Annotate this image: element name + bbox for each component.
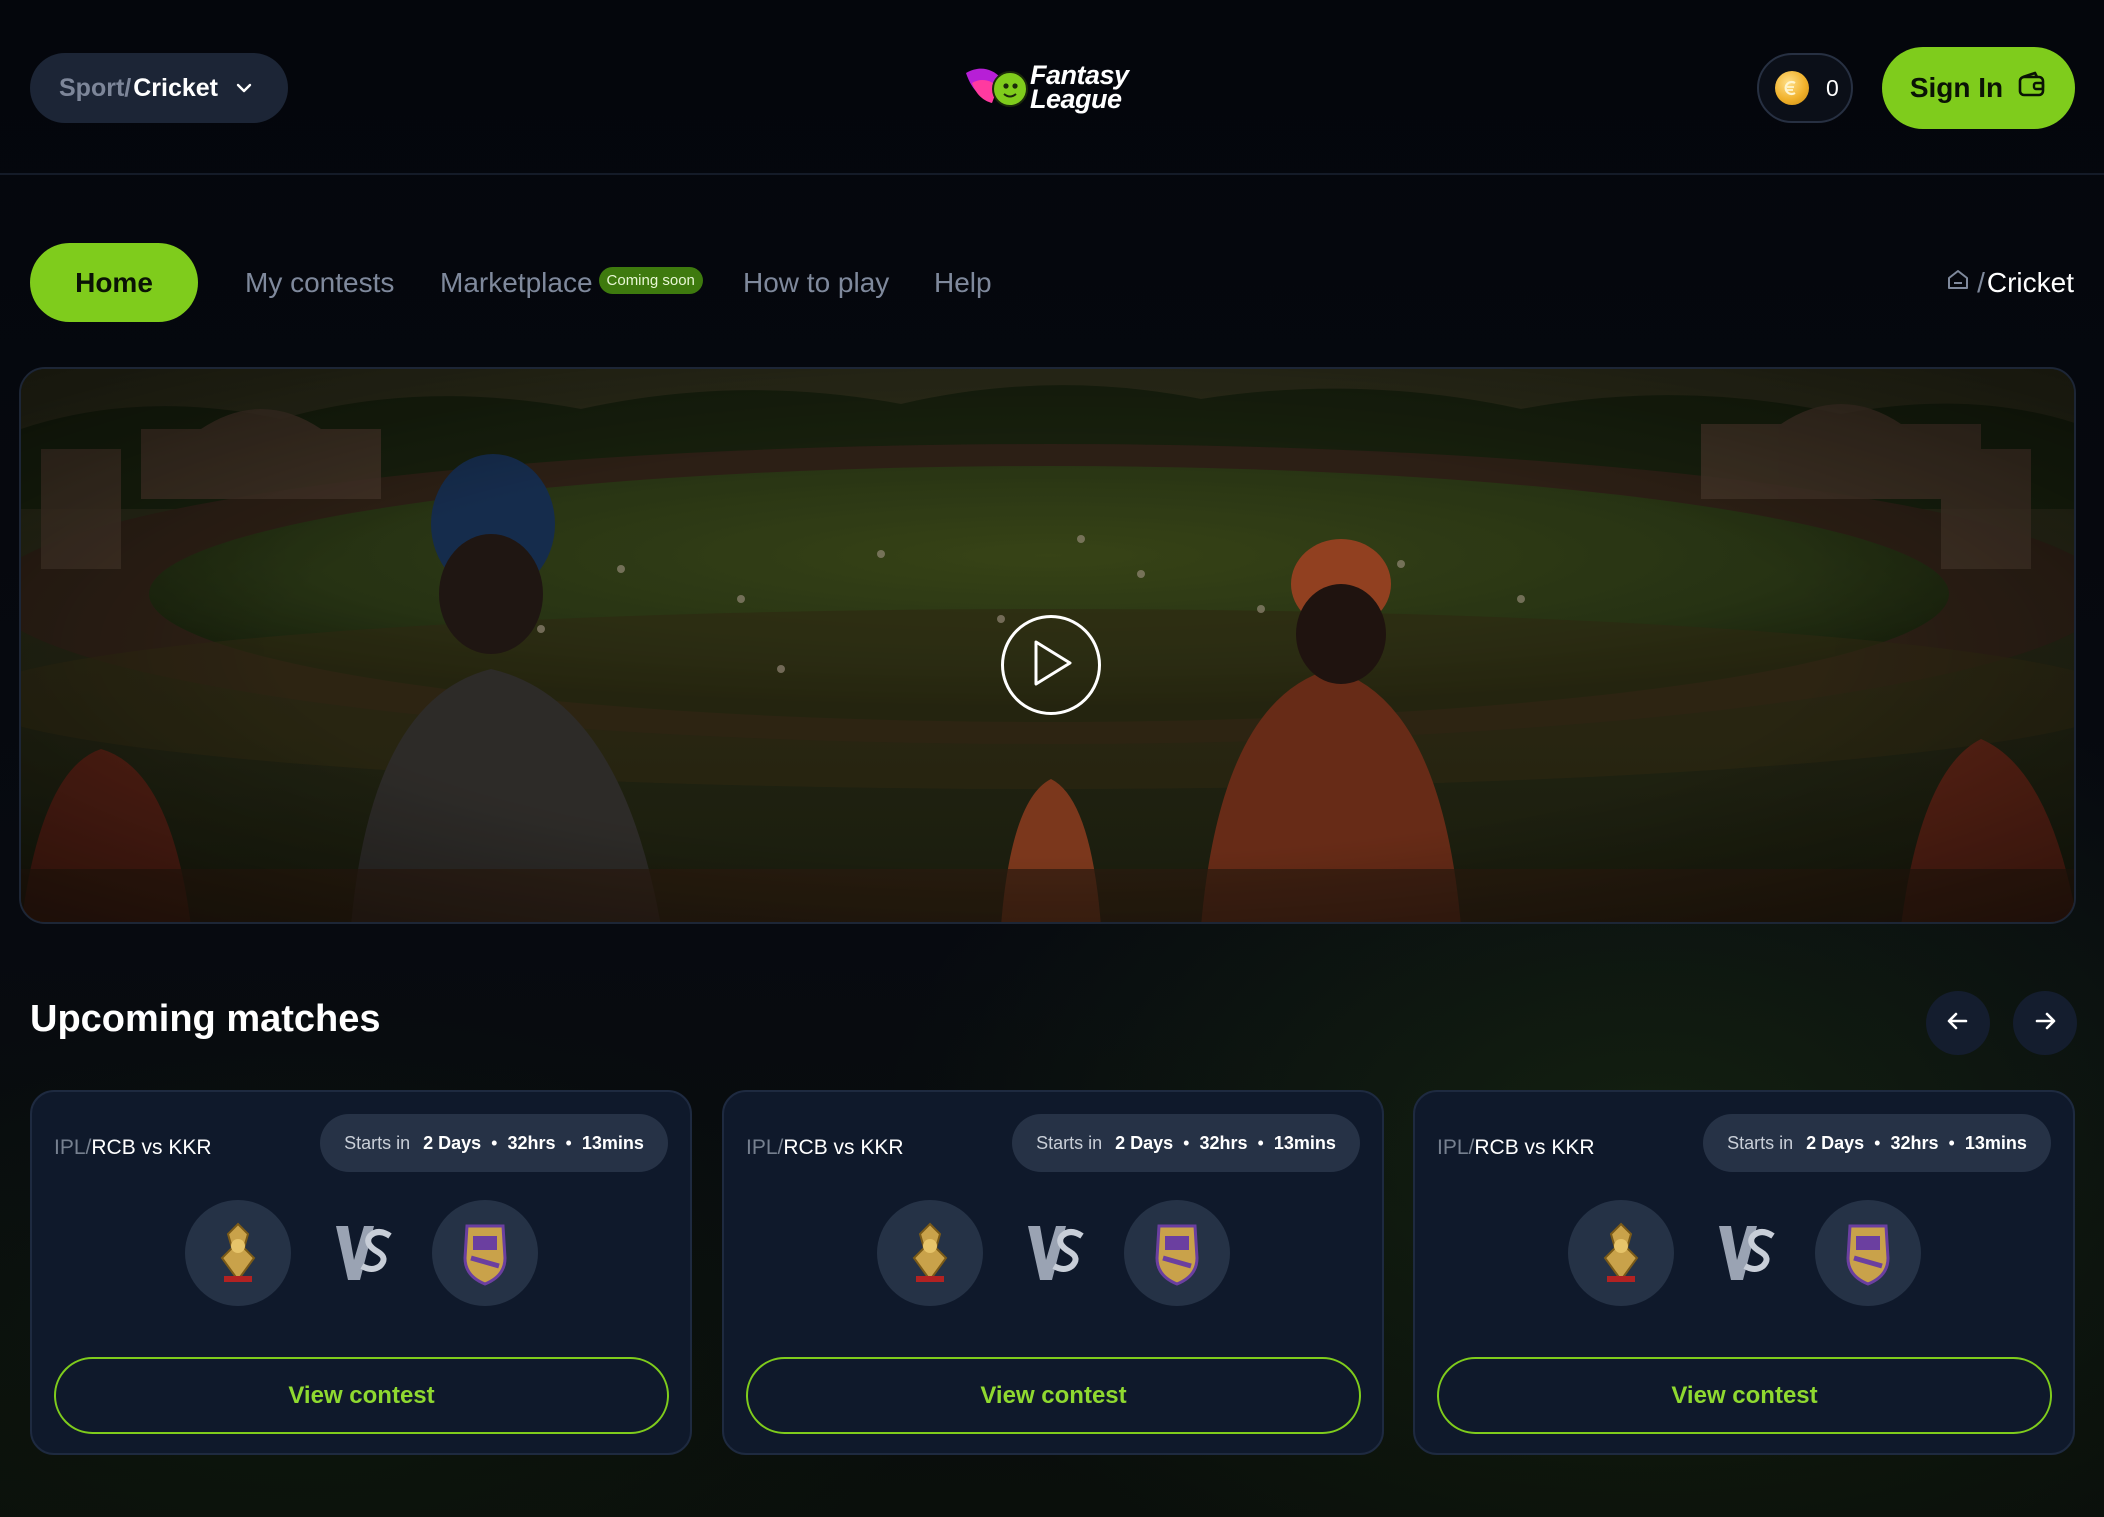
logo-ball-icon [962, 59, 1034, 115]
match-title: IPL/RCB vs KKR [54, 1136, 212, 1160]
main-nav: Home My contests Marketplace Coming soon… [0, 243, 2104, 322]
nav-marketplace[interactable]: Marketplace Coming soon [440, 243, 703, 322]
league-label: IPL/ [1437, 1136, 1475, 1159]
top-header: Sport/ Cricket Fantasy League 0 Sign In [0, 0, 2104, 175]
team-logo-kkr [1815, 1200, 1921, 1306]
breadcrumb-current: Cricket [1986, 266, 2074, 298]
match-name: RCB vs KKR [783, 1136, 904, 1159]
starts-in-label: Starts in [1727, 1132, 1794, 1153]
match-title: IPL/RCB vs KKR [746, 1136, 904, 1160]
match-card: IPL/RCB vs KKR Starts in 2 Days • 32hrs • … [722, 1090, 1384, 1455]
countdown-mins: 13mins [1964, 1132, 2027, 1153]
team-logo-kkr [432, 1200, 538, 1306]
breadcrumb-separator: / [1977, 266, 1985, 298]
vs-icon [334, 1222, 392, 1284]
team-logo-rcb [1568, 1200, 1674, 1306]
play-icon [1028, 638, 1074, 693]
starts-in-label: Starts in [344, 1132, 411, 1153]
nav-marketplace-label: Marketplace [440, 266, 593, 298]
vs-icon [1717, 1222, 1775, 1284]
play-button[interactable] [1001, 615, 1101, 715]
team-logo-kkr [1124, 1200, 1230, 1306]
coin-count: 0 [1826, 74, 1839, 101]
breadcrumb: / Cricket [1945, 243, 2074, 322]
view-contest-button[interactable]: View contest [1437, 1357, 2052, 1434]
home-icon[interactable] [1945, 266, 1971, 299]
carousel-next-button[interactable] [2013, 991, 2077, 1055]
countdown-badge: Starts in 2 Days • 32hrs • 13mins [1012, 1114, 1360, 1172]
coming-soon-badge: Coming soon [598, 267, 703, 294]
chevron-down-icon [234, 78, 254, 98]
nav-help[interactable]: Help [934, 243, 992, 322]
countdown-days: 2 Days [423, 1132, 482, 1153]
starts-in-label: Starts in [1036, 1132, 1103, 1153]
wallet-icon [2017, 70, 2047, 107]
sign-in-button[interactable]: Sign In [1882, 47, 2075, 129]
countdown-mins: 13mins [1273, 1132, 1336, 1153]
sport-selector-prefix: Sport/ [59, 73, 132, 102]
vs-icon [1026, 1222, 1084, 1284]
nav-how-to-play[interactable]: How to play [743, 243, 889, 322]
countdown-days: 2 Days [1806, 1132, 1865, 1153]
view-contest-button[interactable]: View contest [54, 1357, 669, 1434]
countdown-hours: 32hrs [1199, 1132, 1248, 1153]
match-name: RCB vs KKR [1474, 1136, 1595, 1159]
sign-in-label: Sign In [1909, 72, 2004, 103]
countdown-mins: 13mins [581, 1132, 644, 1153]
match-card: IPL/RCB vs KKR Starts in 2 Days • 32hrs • … [1413, 1090, 2075, 1455]
countdown-badge: Starts in 2 Days • 32hrs • 13mins [320, 1114, 668, 1172]
sport-selector[interactable]: Sport/ Cricket [30, 53, 288, 123]
countdown-hours: 32hrs [507, 1132, 556, 1153]
league-label: IPL/ [54, 1136, 92, 1159]
logo-text-line2: League [1030, 84, 1122, 114]
countdown-badge: Starts in 2 Days • 32hrs • 13mins [1703, 1114, 2051, 1172]
countdown-days: 2 Days [1115, 1132, 1174, 1153]
team-logo-rcb [185, 1200, 291, 1306]
carousel-prev-button[interactable] [1926, 991, 1990, 1055]
sport-selector-value: Cricket [133, 73, 218, 102]
nav-home[interactable]: Home [30, 243, 198, 322]
coin-balance[interactable]: 0 [1757, 53, 1853, 123]
match-name: RCB vs KKR [91, 1136, 212, 1159]
countdown-hours: 32hrs [1890, 1132, 1939, 1153]
upcoming-matches-title: Upcoming matches [30, 998, 381, 1040]
fantasy-league-logo[interactable]: Fantasy League [962, 58, 1150, 116]
match-card: IPL/RCB vs KKR Starts in 2 Days • 32hrs • … [30, 1090, 692, 1455]
match-title: IPL/RCB vs KKR [1437, 1136, 1595, 1160]
nav-my-contests[interactable]: My contests [245, 243, 394, 322]
arrow-right-icon [2032, 1008, 2058, 1039]
team-logo-rcb [877, 1200, 983, 1306]
view-contest-button[interactable]: View contest [746, 1357, 1361, 1434]
league-label: IPL/ [746, 1136, 784, 1159]
arrow-left-icon [1945, 1008, 1971, 1039]
coin-icon [1775, 71, 1809, 105]
